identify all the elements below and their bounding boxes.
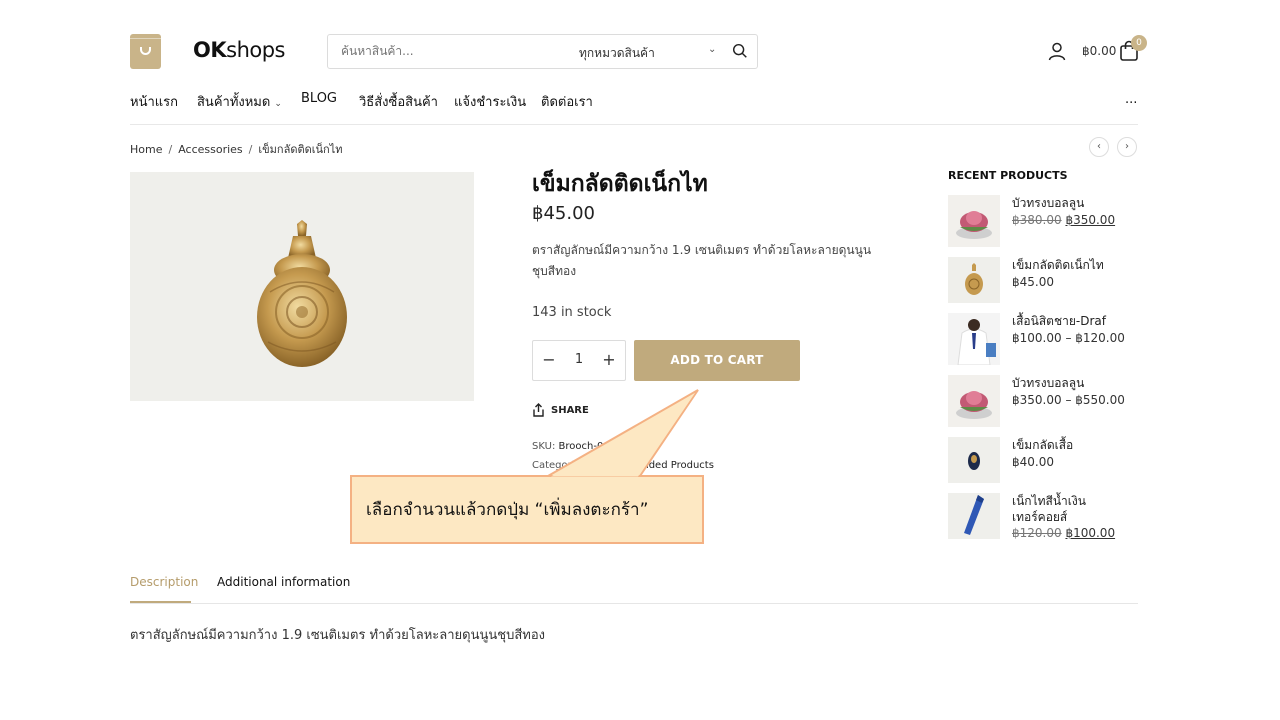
- recent-product-name[interactable]: เน็กไทสีน้ำเงิน: [1012, 493, 1086, 509]
- stock-status: 143 in stock: [532, 305, 612, 320]
- product-image[interactable]: [130, 172, 474, 401]
- recent-product-price: ฿120.00 ฿100.00: [1012, 526, 1116, 540]
- cart-count-badge: 0: [1131, 35, 1147, 51]
- recent-product-price: ฿45.00: [1012, 275, 1054, 289]
- active-tab-indicator: [130, 601, 191, 603]
- tie-image: [948, 493, 1000, 539]
- breadcrumb-separator: /: [168, 143, 173, 156]
- brooch-image: [257, 220, 347, 367]
- nav-item-contact[interactable]: ติดต่อเรา: [541, 91, 593, 112]
- recent-product-name[interactable]: บัวทรงบอลลูน: [1012, 195, 1084, 211]
- product-title: เข็มกลัดติดเน็กไท: [532, 171, 708, 197]
- quantity-decrease-button[interactable]: −: [539, 350, 559, 370]
- nav-item-payment[interactable]: แจ้งชำระเงิน: [454, 91, 526, 112]
- breadcrumb-home[interactable]: Home: [130, 143, 162, 156]
- product-description: ตราสัญลักษณ์มีความกว้าง 1.9 เซนติเมตร ทำ…: [130, 628, 546, 643]
- logo-icon[interactable]: [130, 34, 161, 69]
- recent-product-thumbnail[interactable]: [948, 257, 1000, 303]
- recent-product-thumbnail[interactable]: [948, 375, 1000, 427]
- search-icon[interactable]: [731, 42, 749, 60]
- search-bar: ทุกหมวดสินค้า ⌄: [327, 34, 758, 69]
- shirt-image: [948, 313, 1000, 365]
- recent-product-price: ฿100.00 – ฿120.00: [1012, 331, 1125, 345]
- add-to-cart-button[interactable]: ADD TO CART: [634, 340, 800, 381]
- chevron-down-icon: ⌄: [274, 99, 282, 109]
- nav-item-blog[interactable]: BLOG: [301, 91, 337, 106]
- recent-product-thumbnail[interactable]: [948, 195, 1000, 247]
- tab-additional-information[interactable]: Additional information: [217, 575, 350, 589]
- callout-text: เลือกจำนวนแล้วกดปุ่ม “เพิ่มลงตะกร้า”: [366, 500, 649, 520]
- user-icon[interactable]: [1047, 41, 1067, 61]
- lotus-image: [948, 195, 1000, 247]
- search-input[interactable]: [341, 44, 541, 58]
- divider: [130, 603, 1138, 604]
- search-category-select[interactable]: ทุกหมวดสินค้า: [579, 44, 655, 63]
- recent-product-price: ฿380.00 ฿350.00: [1012, 213, 1116, 227]
- pin-image: [948, 437, 1000, 483]
- tab-description[interactable]: Description: [130, 575, 198, 589]
- product-short-description: ตราสัญลักษณ์มีความกว้าง 1.9 เซนติเมตร ทำ…: [532, 243, 872, 278]
- recent-product-name[interactable]: เสื้อนิสิตชาย-Draf: [1012, 313, 1106, 329]
- recent-product-thumbnail[interactable]: [948, 493, 1000, 539]
- nav-item-how-to-order[interactable]: วิธีสั่งซื้อสินค้า: [359, 91, 438, 112]
- site-logo[interactable]: OKshops: [193, 38, 285, 62]
- breadcrumb-category[interactable]: Accessories: [178, 143, 242, 156]
- recent-product-name[interactable]: บัวทรงบอลลูน: [1012, 375, 1084, 391]
- nav-more-button[interactable]: ...: [1125, 92, 1137, 107]
- recent-product-thumbnail[interactable]: [948, 313, 1000, 365]
- recent-products-title: RECENT PRODUCTS: [948, 169, 1068, 182]
- next-product-button[interactable]: ›: [1117, 137, 1137, 157]
- breadcrumb-current: เข็มกลัดติดเน็กไท: [258, 143, 343, 156]
- divider: [130, 124, 1138, 125]
- recent-product-thumbnail[interactable]: [948, 437, 1000, 483]
- breadcrumb: Home / Accessories / เข็มกลัดติดเน็กไท: [130, 140, 342, 158]
- nav-item-all-products[interactable]: สินค้าทั้งหมด ⌄: [197, 91, 282, 112]
- quantity-input[interactable]: [565, 352, 593, 367]
- recent-product-name-line2[interactable]: เทอร์คอยส์: [1012, 509, 1067, 525]
- recent-product-price: ฿40.00: [1012, 455, 1054, 469]
- product-price: ฿45.00: [532, 203, 595, 224]
- prev-product-button[interactable]: ‹: [1089, 137, 1109, 157]
- cart-total[interactable]: ฿0.00: [1082, 44, 1116, 58]
- brooch-image: [948, 257, 1000, 303]
- quantity-stepper: − +: [532, 340, 626, 381]
- recent-product-name[interactable]: เข็มกลัดติดเน็กไท: [1012, 257, 1104, 273]
- chevron-down-icon[interactable]: ⌄: [708, 44, 716, 55]
- quantity-increase-button[interactable]: +: [599, 350, 619, 370]
- nav-item-home[interactable]: หน้าแรก: [130, 91, 178, 112]
- breadcrumb-separator: /: [248, 143, 253, 156]
- lotus-image: [948, 375, 1000, 427]
- callout-pointer-fill: [551, 393, 695, 477]
- recent-product-price: ฿350.00 – ฿550.00: [1012, 393, 1125, 407]
- recent-product-name[interactable]: เข็มกลัดเสื้อ: [1012, 437, 1073, 453]
